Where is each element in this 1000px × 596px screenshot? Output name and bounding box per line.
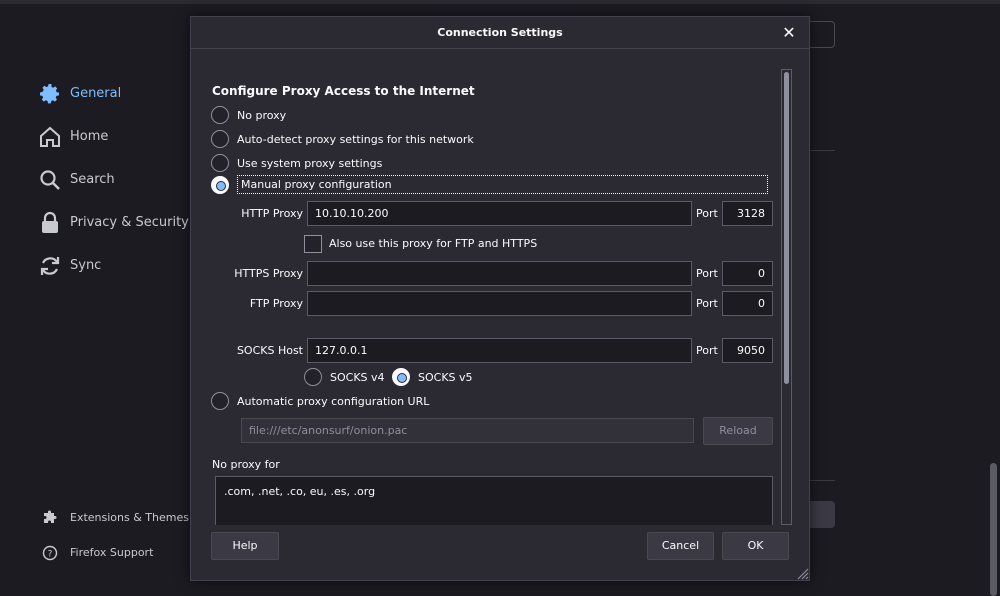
https-proxy-input[interactable]	[307, 261, 692, 286]
also-use-label: Also use this proxy for FTP and HTTPS	[329, 237, 538, 250]
radio-button[interactable]	[304, 368, 322, 386]
auto-proxy-url-option[interactable]: Automatic proxy configuration URL	[211, 392, 429, 410]
category-list: General Home Search Privacy & Security S…	[38, 72, 189, 287]
sidebar-footer: Extensions & Themes ? Firefox Support	[42, 500, 189, 570]
ftp-port-label: Port	[696, 297, 718, 310]
http-proxy-input[interactable]: 10.10.10.200	[307, 201, 692, 226]
sidebar-item-label: General	[70, 86, 122, 101]
auto-proxy-url-label: Automatic proxy configuration URL	[237, 394, 430, 408]
sync-icon	[40, 256, 60, 275]
sidebar-item-label: Home	[70, 129, 109, 144]
sidebar-item-search[interactable]: Search	[38, 158, 189, 201]
auto-detect-label: Auto-detect proxy settings for this netw…	[237, 132, 474, 146]
cancel-button[interactable]: Cancel	[647, 532, 714, 560]
http-proxy-label: HTTP Proxy	[241, 207, 303, 220]
resize-grip-icon[interactable]	[795, 566, 809, 580]
connection-settings-dialog: Connection Settings ✕ Configure Proxy Ac…	[190, 16, 810, 581]
sidebar-item-label: Sync	[70, 258, 102, 273]
socks-host-label: SOCKS Host	[236, 344, 303, 357]
ftp-port-input[interactable]: 0	[722, 291, 773, 316]
system-proxy-option[interactable]: Use system proxy settings	[211, 154, 382, 172]
home-icon	[40, 126, 60, 147]
radio-button-selected[interactable]	[392, 368, 410, 386]
no-proxy-label: No proxy	[237, 108, 287, 122]
help-icon: ?	[42, 545, 58, 560]
sidebar-item-privacy[interactable]: Privacy & Security	[38, 201, 189, 244]
no-proxy-for-label: No proxy for	[212, 458, 280, 471]
extensions-themes-link[interactable]: Extensions & Themes	[42, 500, 189, 535]
section-title: Configure Proxy Access to the Internet	[212, 84, 475, 98]
auto-detect-option[interactable]: Auto-detect proxy settings for this netw…	[211, 130, 474, 148]
https-port-input[interactable]: 0	[722, 261, 773, 286]
sidebar-item-label: Search	[70, 172, 115, 187]
page-scrollbar[interactable]	[990, 463, 997, 596]
sidebar-item-sync[interactable]: Sync	[38, 244, 189, 287]
socks-v4-option[interactable]: SOCKS v4	[304, 368, 385, 386]
radio-button-selected[interactable]	[211, 175, 229, 194]
scrollbar-thumb[interactable]	[784, 72, 789, 384]
puzzle-icon	[44, 510, 57, 523]
sidebar-item-general[interactable]: General	[38, 72, 189, 115]
https-port-label: Port	[696, 267, 718, 280]
pac-url-input[interactable]: file:///etc/anonsurf/onion.pac	[241, 418, 694, 443]
lock-icon	[42, 211, 58, 233]
also-use-checkbox[interactable]	[304, 235, 322, 253]
help-button[interactable]: Help	[211, 532, 279, 560]
reload-button[interactable]: Reload	[703, 417, 773, 445]
radio-button[interactable]	[211, 130, 229, 148]
socks-host-input[interactable]: 127.0.0.1	[307, 338, 692, 363]
sidebar-item-home[interactable]: Home	[38, 115, 189, 158]
http-port-input[interactable]: 3128	[722, 201, 773, 226]
no-proxy-for-textarea[interactable]: .com, .net, .co, eu, .es, .org	[215, 476, 773, 525]
extensions-themes-label: Extensions & Themes	[70, 511, 189, 524]
manual-proxy-label: Manual proxy configuration	[237, 175, 768, 194]
http-port-label: Port	[696, 207, 718, 220]
window-top-bar	[0, 0, 1000, 4]
socks-v4-label: SOCKS v4	[330, 370, 385, 384]
no-proxy-option[interactable]: No proxy	[211, 106, 286, 124]
divider	[810, 150, 835, 151]
radio-button[interactable]	[211, 106, 229, 124]
dialog-content: Configure Proxy Access to the Internet N…	[191, 17, 791, 525]
dialog-scrollbar[interactable]	[781, 69, 792, 525]
socks-port-input[interactable]: 9050	[722, 338, 773, 363]
svg-text:?: ?	[48, 549, 53, 559]
sidebar-item-label: Privacy & Security	[70, 215, 189, 230]
ftp-proxy-input[interactable]	[307, 291, 692, 316]
socks-v5-label: SOCKS v5	[418, 370, 473, 384]
firefox-support-link[interactable]: ? Firefox Support	[42, 535, 189, 570]
search-icon	[40, 169, 60, 190]
gear-icon	[40, 83, 59, 103]
socks-v5-option[interactable]: SOCKS v5	[392, 368, 473, 386]
radio-button[interactable]	[211, 392, 229, 410]
firefox-support-label: Firefox Support	[70, 546, 154, 559]
system-proxy-label: Use system proxy settings	[237, 156, 383, 170]
radio-button[interactable]	[211, 154, 229, 172]
ok-button[interactable]: OK	[722, 532, 789, 560]
manual-proxy-option[interactable]: Manual proxy configuration	[211, 175, 768, 194]
https-proxy-label: HTTPS Proxy	[234, 267, 303, 280]
settings-button-partial[interactable]	[810, 501, 835, 528]
ftp-proxy-label: FTP Proxy	[249, 297, 303, 310]
divider	[810, 480, 835, 481]
socks-port-label: Port	[696, 344, 718, 357]
